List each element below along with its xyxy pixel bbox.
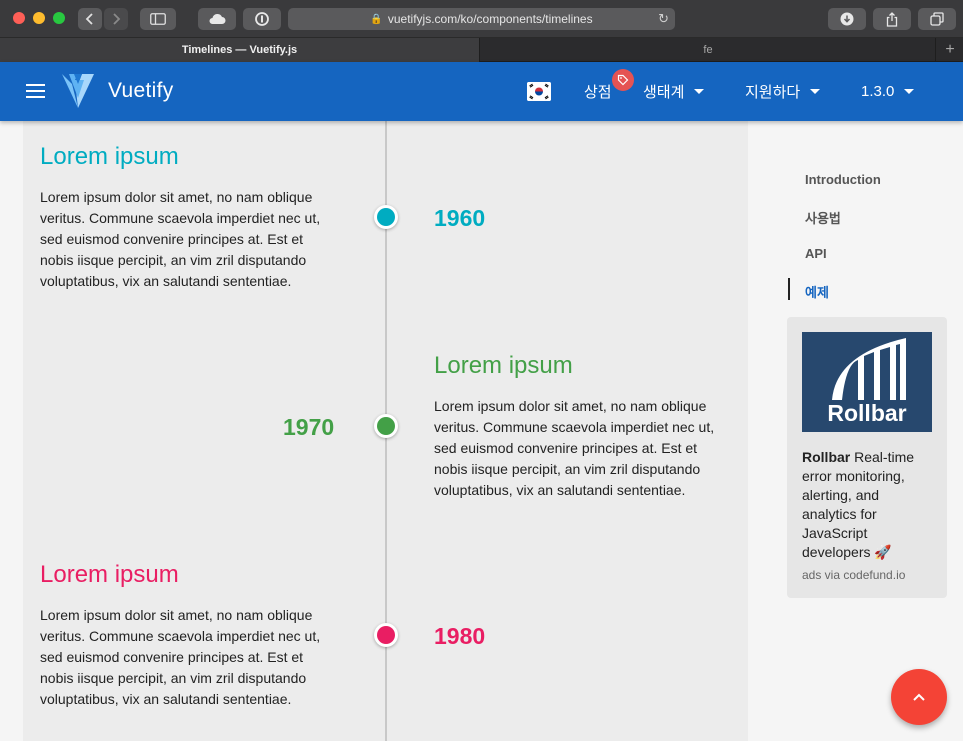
menu-icon[interactable] (26, 84, 45, 99)
share-icon (886, 11, 898, 27)
lock-icon: 🔒 (370, 13, 383, 25)
korean-flag-icon[interactable] (527, 82, 551, 101)
support-menu-button[interactable]: 지원하다 (745, 62, 821, 121)
browser-titlebar: 🔒 vuetifyjs.com/ko/components/timelines … (0, 0, 963, 38)
tabs-icon (930, 12, 944, 26)
browser-tab-active[interactable]: Timelines — Vuetify.js (0, 38, 480, 62)
store-label: 상점 (584, 84, 612, 101)
toc-active-indicator (788, 278, 790, 300)
app-toolbar: Vuetify 상점 생태계 지원하다 1.3.0 (0, 62, 963, 121)
version-menu-button[interactable]: 1.3.0 (861, 62, 915, 121)
toc-item-introduction[interactable]: Introduction (805, 172, 881, 187)
ad-attribution[interactable]: ads via codefund.io (802, 568, 905, 582)
chevron-up-icon (913, 693, 925, 701)
ad-brand: Rollbar (802, 449, 851, 465)
reload-icon[interactable]: ↻ (658, 11, 669, 27)
timeline-item-title: Lorem ipsum (40, 561, 179, 588)
toc-item-examples[interactable]: 예제 (805, 282, 829, 301)
store-button[interactable]: 상점 (584, 62, 612, 121)
timeline-item-title: Lorem ipsum (434, 352, 573, 379)
share-button[interactable] (873, 8, 911, 30)
timeline-dot (374, 414, 398, 438)
timeline-item-text: Lorem ipsum dolor sit amet, no nam obliq… (40, 607, 321, 707)
timeline-item-text: Lorem ipsum dolor sit amet, no nam obliq… (434, 398, 715, 498)
ad-description[interactable]: Rollbar Real-time error monitoring, aler… (802, 448, 936, 562)
timeline-dot-fill (377, 208, 395, 226)
zoom-window-button[interactable] (53, 12, 65, 24)
sidebar-toggle-button[interactable] (140, 8, 176, 30)
sponsor-ad-card[interactable]: Rollbar Rollbar Real-time error monitori… (787, 317, 947, 598)
timeline-dot (374, 623, 398, 647)
timeline-year: 1960 (434, 205, 486, 231)
sidebar-icon (150, 13, 166, 25)
chevron-left-icon (85, 13, 93, 25)
tab-overview-button[interactable] (918, 8, 956, 30)
download-icon (840, 12, 854, 26)
password-manager-button[interactable] (243, 8, 281, 30)
toc-item-usage[interactable]: 사용법 (805, 208, 841, 227)
rollbar-logo-text: Rollbar (827, 400, 907, 426)
browser-tab-bar: Timelines — Vuetify.js fe + (0, 38, 963, 62)
back-button[interactable] (78, 8, 102, 30)
onepassword-icon (255, 12, 269, 26)
timeline-year: 1970 (283, 414, 335, 440)
downloads-button[interactable] (828, 8, 866, 30)
cloud-icon (209, 13, 226, 24)
version-label: 1.3.0 (861, 83, 895, 100)
caret-down-icon (694, 89, 705, 94)
minimize-window-button[interactable] (33, 12, 45, 24)
tag-badge (612, 69, 634, 91)
caret-down-icon (810, 89, 821, 94)
chevron-right-icon (113, 13, 121, 25)
scroll-to-top-button[interactable] (891, 669, 947, 725)
toc-item-api[interactable]: API (805, 246, 827, 261)
url-text: vuetifyjs.com/ko/components/timelines (387, 12, 593, 26)
tag-icon (617, 74, 629, 86)
ecosystem-menu-button[interactable]: 생태계 (643, 62, 705, 121)
ad-body: Real-time error monitoring, alerting, an… (802, 449, 915, 560)
icloud-button[interactable] (198, 8, 236, 30)
timeline-item-text: Lorem ipsum dolor sit amet, no nam obliq… (40, 189, 321, 289)
caret-down-icon (904, 89, 915, 94)
brand-title[interactable]: Vuetify (108, 79, 174, 103)
timeline-dot-fill (377, 417, 395, 435)
new-tab-button[interactable]: + (937, 38, 963, 62)
rollbar-logo[interactable]: Rollbar (802, 332, 932, 432)
close-window-button[interactable] (13, 12, 25, 24)
browser-tab[interactable]: fe (481, 38, 936, 62)
ecosystem-label: 생태계 (643, 84, 685, 101)
address-bar[interactable]: 🔒 vuetifyjs.com/ko/components/timelines … (288, 8, 675, 30)
forward-button[interactable] (104, 8, 128, 30)
timeline-example: Lorem ipsum Lorem ipsum dolor sit amet, … (23, 121, 748, 741)
timeline-dot-fill (377, 626, 395, 644)
timeline-item-title: Lorem ipsum (40, 143, 179, 170)
support-label: 지원하다 (745, 84, 801, 101)
vuetify-logo[interactable] (60, 70, 96, 110)
timeline-dot (374, 205, 398, 229)
timeline-year: 1980 (434, 623, 486, 649)
